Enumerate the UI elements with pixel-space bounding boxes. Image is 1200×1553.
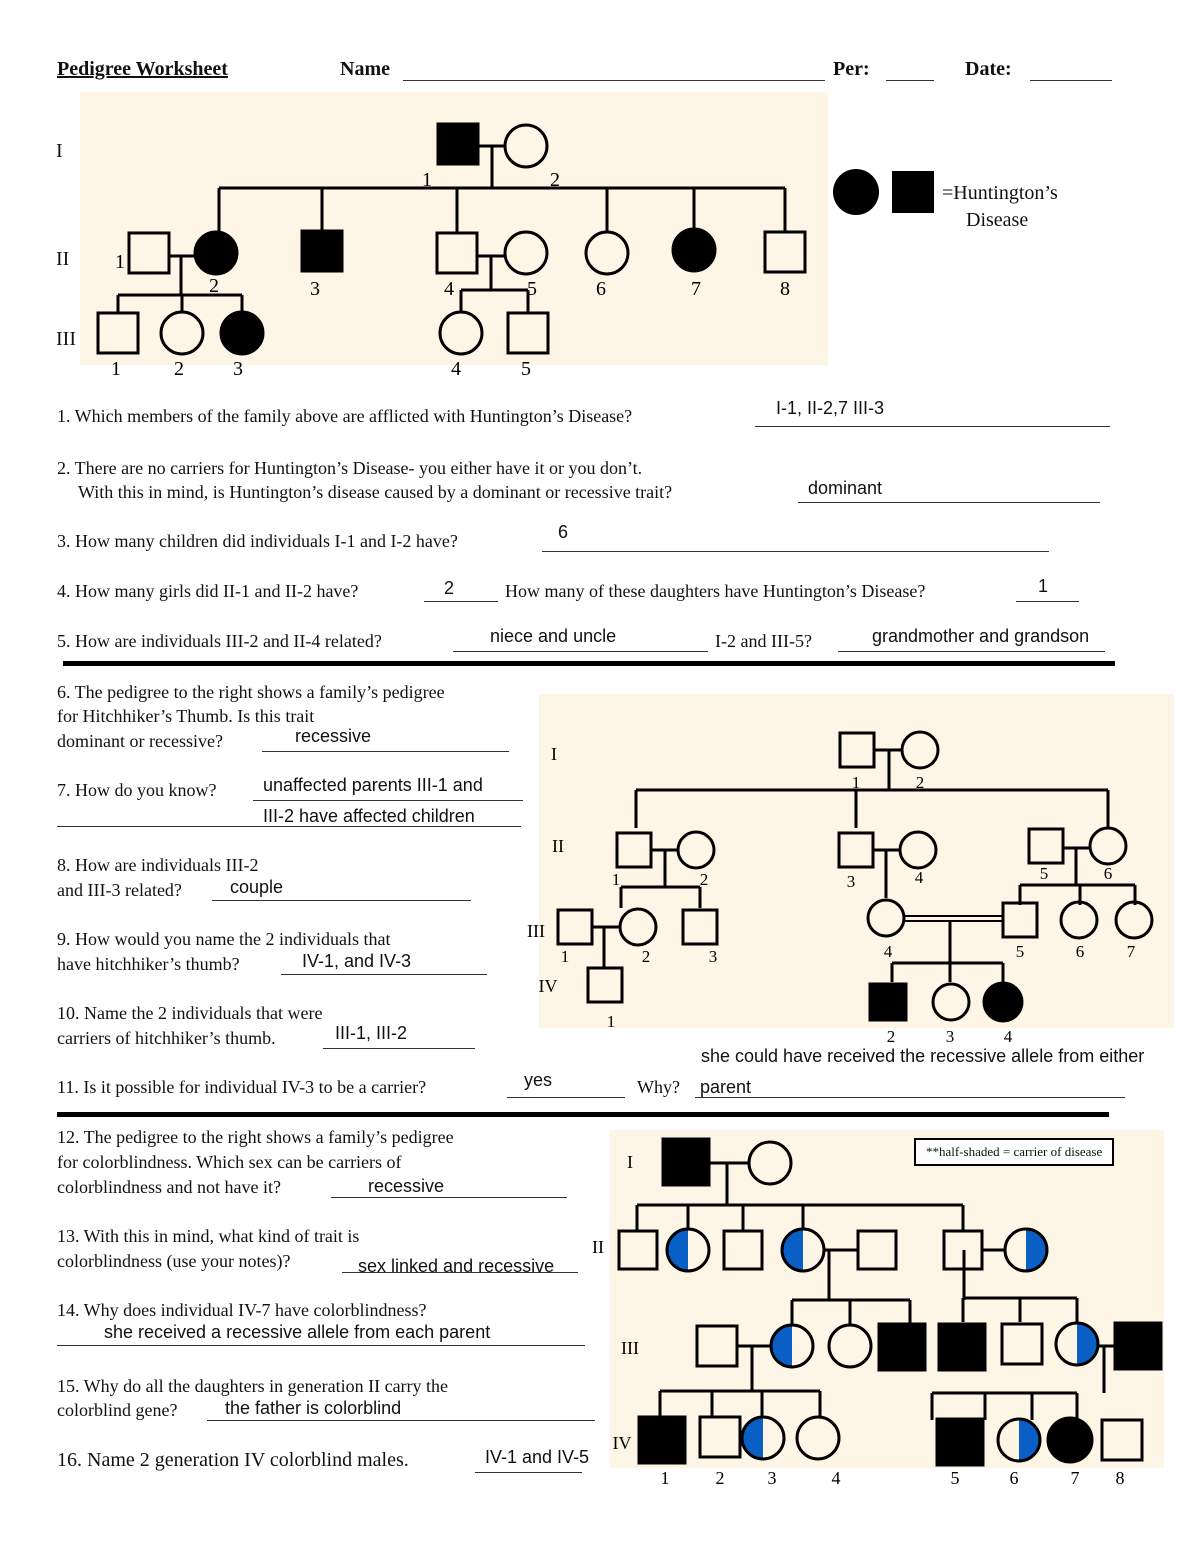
label-IV-8: 8 bbox=[1116, 1468, 1125, 1488]
carrier-half-fill bbox=[1026, 1229, 1047, 1271]
carrier-half-fill bbox=[667, 1229, 688, 1271]
carrier-half-fill bbox=[771, 1325, 792, 1367]
individual-II-1 bbox=[617, 1229, 659, 1271]
colorblind-pedigree: IIIIIIIV1 2 3 4 5 6 7 8 bbox=[592, 1137, 1163, 1488]
carrier-legend-text: **half-shaded = carrier of disease bbox=[926, 1144, 1103, 1159]
label-IV-3: 3 bbox=[768, 1468, 777, 1488]
individual-II-5 bbox=[856, 1229, 898, 1271]
gen-label-I: I bbox=[627, 1152, 633, 1172]
individual-III-7-carrier bbox=[1054, 1321, 1100, 1367]
individual-III-3 bbox=[827, 1323, 873, 1369]
individual-IV-4 bbox=[795, 1415, 841, 1461]
individual-IV-8 bbox=[1100, 1418, 1144, 1462]
individual-II-7-carrier bbox=[1003, 1227, 1049, 1273]
individual-IV-3-carrier bbox=[740, 1415, 786, 1461]
individual-II-4-carrier bbox=[780, 1227, 826, 1273]
label-IV-1: 1 bbox=[661, 1468, 670, 1488]
individual-II-3 bbox=[722, 1229, 764, 1271]
individual-III-8-affected bbox=[1113, 1321, 1163, 1371]
individual-IV-6-carrier bbox=[996, 1417, 1042, 1463]
carrier-half-fill bbox=[782, 1229, 803, 1271]
gen-label-III: III bbox=[621, 1338, 639, 1358]
individual-I-2 bbox=[747, 1140, 793, 1186]
gen-label-IV: IV bbox=[613, 1433, 632, 1453]
individual-I-1 bbox=[661, 1137, 711, 1187]
individual-III-5-affected bbox=[937, 1322, 987, 1372]
individual-III-2-carrier bbox=[769, 1323, 815, 1369]
individual-IV-7-affected bbox=[1046, 1416, 1094, 1464]
carrier-legend: **half-shaded = carrier of disease bbox=[914, 1138, 1115, 1166]
individual-IV-5-affected bbox=[935, 1417, 985, 1467]
individual-II-2-carrier bbox=[665, 1227, 711, 1273]
label-IV-2: 2 bbox=[716, 1468, 725, 1488]
label-IV-7: 7 bbox=[1071, 1468, 1080, 1488]
gen-label-II: II bbox=[592, 1237, 604, 1257]
carrier-half-fill bbox=[1077, 1323, 1098, 1365]
individual-III-1 bbox=[695, 1324, 739, 1368]
carrier-half-fill bbox=[742, 1417, 763, 1459]
individual-III-4-affected bbox=[877, 1322, 927, 1372]
label-IV-6: 6 bbox=[1010, 1468, 1019, 1488]
individual-III-6 bbox=[1000, 1322, 1044, 1366]
carrier-half-fill bbox=[1019, 1419, 1040, 1461]
individual-IV-2 bbox=[698, 1415, 742, 1459]
individual-IV-1-affected bbox=[637, 1415, 687, 1465]
label-IV-5: 5 bbox=[951, 1468, 960, 1488]
label-IV-4: 4 bbox=[832, 1468, 841, 1488]
